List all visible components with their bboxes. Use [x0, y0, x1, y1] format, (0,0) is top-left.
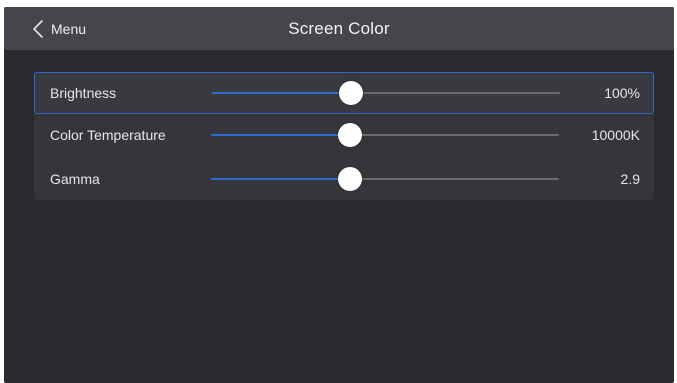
screen: Menu Screen Color Brightness 100% Color …: [0, 0, 677, 383]
header-bar: Menu Screen Color: [4, 7, 674, 50]
setting-label: Color Temperature: [50, 127, 166, 143]
setting-value: 2.9: [620, 171, 640, 187]
setting-label: Brightness: [50, 85, 117, 101]
setting-row-brightness[interactable]: Brightness 100%: [34, 72, 654, 114]
slider-thumb[interactable]: [338, 123, 363, 147]
slider-fill: [212, 92, 352, 94]
gamma-slider[interactable]: [211, 158, 559, 200]
screen-color-window: Menu Screen Color Brightness 100% Color …: [4, 7, 674, 383]
slider-fill: [211, 134, 351, 136]
setting-value: 10000K: [591, 127, 640, 143]
color-temperature-slider[interactable]: [211, 114, 559, 156]
brightness-slider[interactable]: [212, 72, 560, 114]
setting-value: 100%: [604, 85, 640, 101]
settings-panel: Brightness 100% Color Temperature 10000K: [34, 72, 654, 200]
slider-thumb[interactable]: [338, 167, 363, 191]
page-title: Screen Color: [288, 19, 390, 38]
slider-fill: [211, 178, 351, 180]
setting-label: Gamma: [50, 171, 100, 187]
setting-row-gamma[interactable]: Gamma 2.9: [34, 158, 654, 200]
setting-row-color-temperature[interactable]: Color Temperature 10000K: [34, 114, 654, 156]
slider-thumb[interactable]: [339, 81, 364, 105]
